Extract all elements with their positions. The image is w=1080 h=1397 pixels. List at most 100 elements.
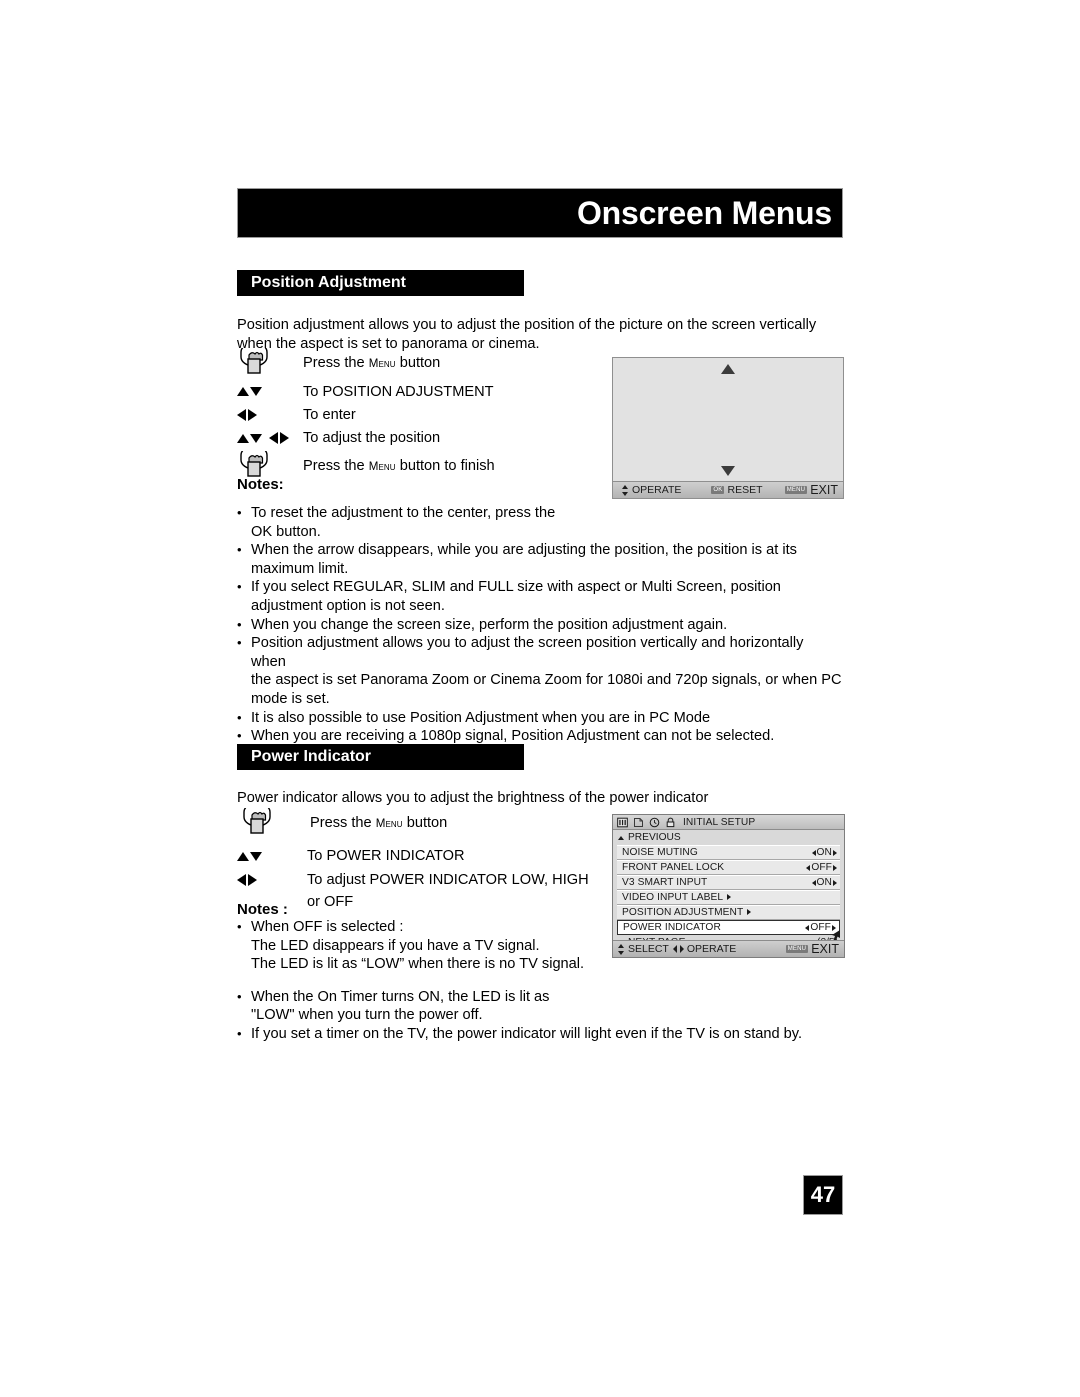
position-steps-list: Press the Menu button To POSITION ADJUST… — [237, 347, 495, 482]
step-row: To POSITION ADJUSTMENT — [237, 379, 495, 404]
right-arrow-icon — [833, 879, 837, 886]
step-row: Press the Menu button — [237, 803, 589, 843]
submenu-arrow-icon — [747, 909, 752, 916]
up-down-left-right-arrows-icon — [237, 429, 303, 447]
hand-press-icon — [237, 451, 303, 477]
step-row: To enter — [237, 404, 495, 426]
osd-exit-label: EXIT — [810, 483, 838, 497]
clock-icon[interactable] — [649, 817, 660, 828]
bullet-icon: • — [237, 635, 242, 651]
menu-key-chip-icon: MENU — [784, 486, 808, 494]
position-adjust-osd: OPERATE OK RESET MENU EXIT — [612, 357, 844, 499]
step-label: To adjust POWER INDICATOR LOW, HIGH — [307, 872, 589, 888]
step-row: or OFF — [237, 891, 589, 913]
bullet-icon: • — [237, 579, 242, 595]
step-row: To adjust the position — [237, 426, 495, 450]
osd-row-label: VIDEO INPUT LABEL — [622, 892, 732, 903]
note-item: • To reset the adjustment to the center,… — [237, 504, 842, 541]
osd-down-arrow-icon — [721, 466, 735, 476]
osd-row-value[interactable]: ON — [811, 877, 837, 888]
step-label: To adjust the position — [303, 430, 441, 446]
position-notes-list: • To reset the adjustment to the center,… — [237, 504, 842, 746]
up-arrow-icon — [618, 835, 624, 840]
osd-up-arrow-icon — [721, 364, 735, 374]
osd-row-label: POSITION ADJUSTMENT — [622, 907, 752, 918]
osd-menu-header: INITIAL SETUP — [613, 815, 844, 830]
chapter-title: Onscreen Menus — [576, 195, 832, 231]
osd-row-noise-muting[interactable]: NOISE MUTING ON — [617, 845, 840, 860]
section-heading-power-indicator: Power Indicator — [237, 744, 524, 770]
hand-press-icon — [237, 348, 303, 374]
note-item: • When the On Timer turns ON, the LED is… — [237, 988, 842, 1025]
step-label: Press the Menu button — [310, 814, 448, 831]
ok-key-chip-icon: OK — [711, 486, 725, 494]
note-text: When the arrow disappears, while you are… — [251, 542, 797, 577]
note-item: • If you set a timer on the TV, the powe… — [237, 1025, 842, 1044]
bullet-icon: • — [237, 505, 242, 520]
note-text: If you set a timer on the TV, the power … — [251, 1025, 803, 1042]
osd-row-label: V3 SMART INPUT — [622, 877, 708, 888]
bullet-icon: • — [237, 728, 242, 744]
note-item: • It is also possible to use Position Ad… — [237, 709, 842, 728]
osd-previous-label: PREVIOUS — [628, 832, 681, 843]
bullet-icon: • — [237, 616, 242, 632]
right-arrow-icon — [833, 849, 837, 856]
sound-icon[interactable] — [633, 817, 644, 828]
picture-icon[interactable] — [617, 817, 628, 828]
step-label: To enter — [303, 407, 356, 423]
note-item: • When the arrow disappears, while you a… — [237, 541, 842, 578]
osd-footer-bar: OPERATE OK RESET MENU EXIT — [613, 481, 843, 498]
osd-row-value[interactable]: OFF — [806, 862, 837, 873]
chapter-banner: Onscreen Menus — [237, 188, 843, 238]
osd-row-video-input-label[interactable]: VIDEO INPUT LABEL — [617, 890, 840, 905]
osd-row-label: NOISE MUTING — [622, 847, 698, 858]
manual-page: Onscreen Menus Position Adjustment Posit… — [0, 0, 1080, 1397]
osd-row-label: FRONT PANEL LOCK — [622, 862, 725, 873]
osd-reset-label: RESET — [727, 484, 763, 496]
note-item: • If you select REGULAR, SLIM and FULL s… — [237, 578, 842, 615]
bullet-icon: • — [237, 988, 242, 1004]
power-notes-title: Notes : — [237, 901, 288, 918]
osd-row-v3-smart-input[interactable]: V3 SMART INPUT ON — [617, 875, 840, 890]
note-text: When the On Timer turns ON, the LED is l… — [251, 988, 550, 1024]
section-heading-label: Position Adjustment — [251, 274, 406, 291]
osd-exit-hint: MENU EXIT — [784, 483, 838, 497]
step-row: To POWER INDICATOR — [237, 843, 589, 869]
note-item: • Position adjustment allows you to adju… — [237, 634, 842, 708]
up-down-arrows-icon — [237, 847, 303, 865]
left-arrow-icon — [806, 864, 811, 871]
notes-spacer — [237, 974, 842, 988]
step-label: To POSITION ADJUSTMENT — [303, 383, 494, 400]
hand-press-icon — [237, 808, 306, 834]
osd-previous-row[interactable]: PREVIOUS — [613, 830, 844, 845]
power-steps-list: Press the Menu button To POWER INDICATOR… — [237, 803, 589, 913]
osd-reset-hint: OK RESET — [711, 484, 763, 496]
note-text: It is also possible to use Position Adju… — [251, 709, 711, 726]
note-text: To reset the adjustment to the center, p… — [251, 505, 556, 540]
left-arrow-icon — [811, 849, 816, 856]
position-notes-title: Notes: — [237, 476, 284, 493]
bullet-icon: • — [237, 542, 242, 558]
note-text: When you are receiving a 1080p signal, P… — [251, 728, 775, 745]
note-text: When OFF is selected : The LED disappear… — [251, 919, 585, 973]
right-arrow-icon — [833, 864, 837, 871]
up-down-arrows-icon — [237, 383, 303, 401]
bullet-icon: • — [237, 1025, 242, 1041]
osd-row-value[interactable]: ON — [811, 847, 837, 858]
note-item: • When OFF is selected : The LED disappe… — [237, 918, 842, 974]
note-text: Position adjustment allows you to adjust… — [251, 635, 842, 707]
step-label: Press the Menu button — [303, 354, 441, 371]
note-text: When you change the screen size, perform… — [251, 616, 728, 633]
bullet-icon: • — [237, 709, 242, 725]
lock-icon[interactable] — [665, 817, 676, 828]
submenu-arrow-icon — [727, 894, 732, 901]
section-heading-label: Power Indicator — [251, 748, 372, 765]
step-label: To POWER INDICATOR — [307, 848, 465, 864]
osd-screen-area — [613, 358, 843, 481]
note-item: • When you are receiving a 1080p signal,… — [237, 727, 842, 746]
up-down-glyph-icon — [622, 484, 629, 496]
section-heading-position-adjustment: Position Adjustment — [237, 270, 524, 296]
osd-row-front-panel-lock[interactable]: FRONT PANEL LOCK OFF — [617, 860, 840, 875]
step-label: Press the Menu button to finish — [303, 457, 495, 474]
note-item: • When you change the screen size, perfo… — [237, 616, 842, 635]
